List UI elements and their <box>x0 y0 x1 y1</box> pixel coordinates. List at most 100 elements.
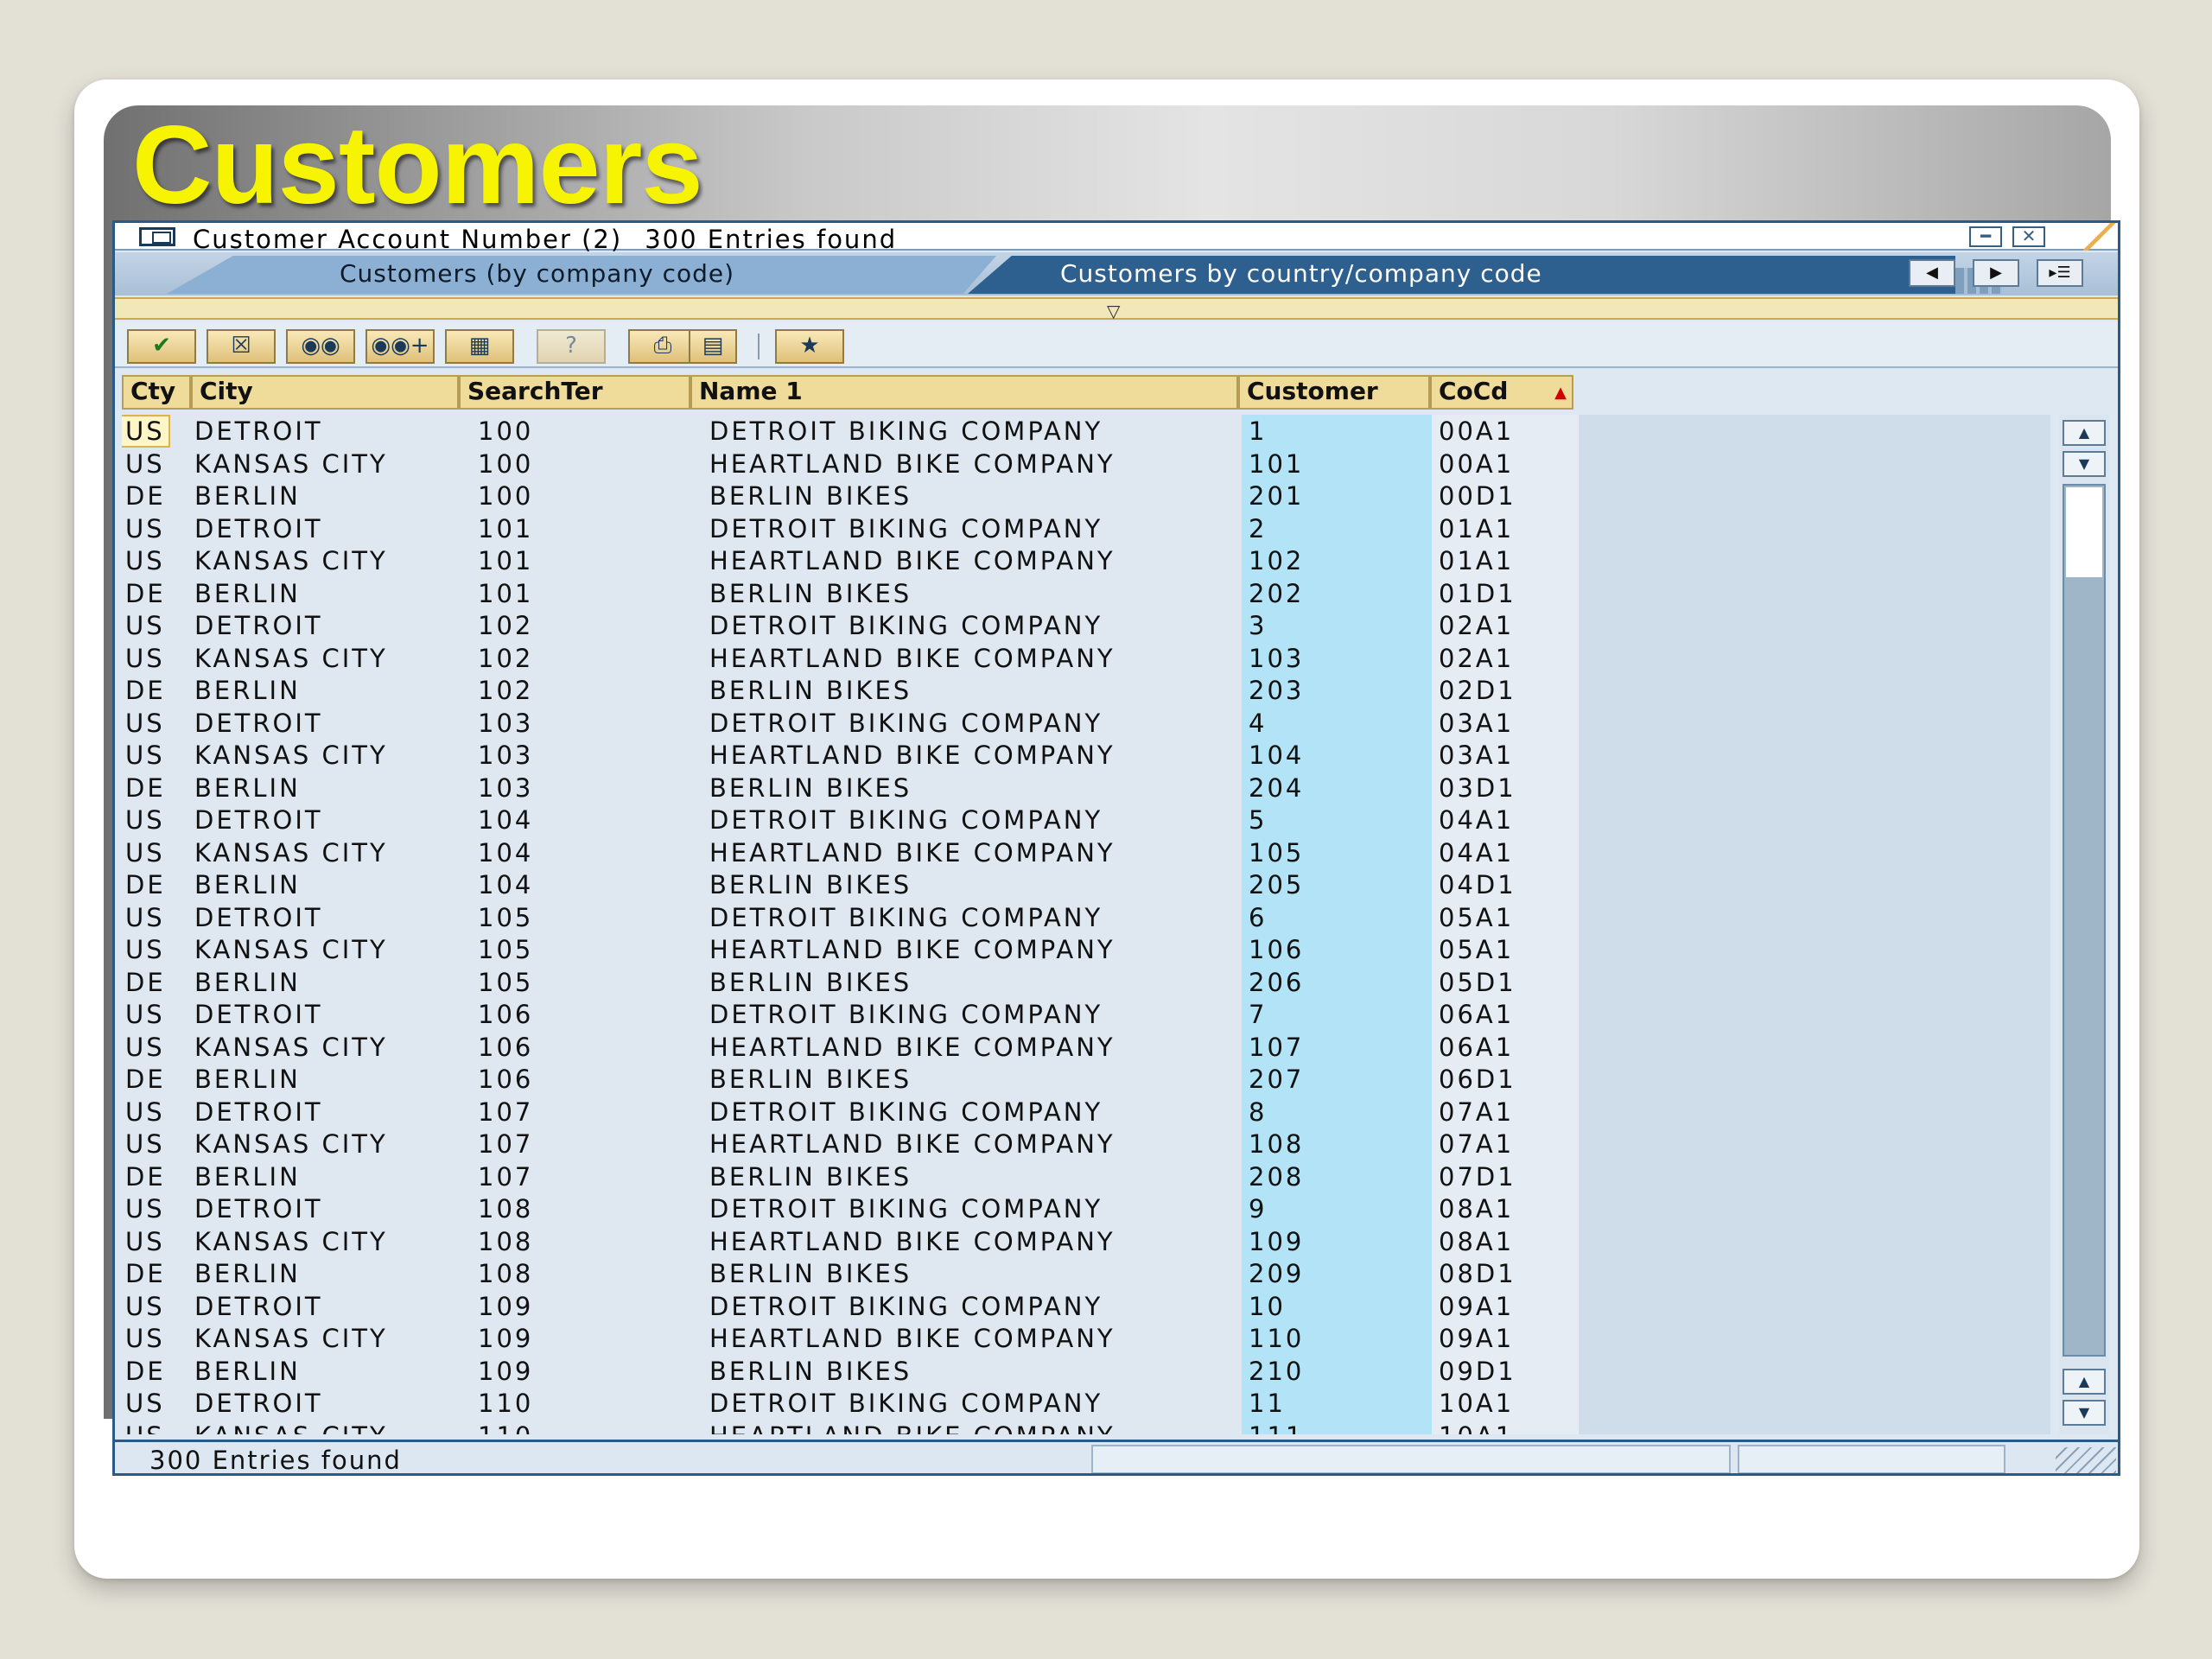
cell-cocd: 04A1 <box>1439 805 1515 835</box>
table-row[interactable]: US DETROIT 105 DETROIT BIKING COMPANY 6 05A1 <box>122 901 1579 934</box>
table-row[interactable]: US DETROIT 100 DETROIT BIKING COMPANY 1 00A1 <box>122 415 1579 448</box>
table-row[interactable]: US KANSAS CITY 110 HEARTLAND BIKE COMPANY 11… <box>122 1420 1579 1435</box>
cell-city: BERLIN <box>194 481 301 511</box>
cell-cty: US <box>125 448 165 479</box>
close-x-icon[interactable]: ☒ <box>207 329 276 364</box>
table-row[interactable]: US KANSAS CITY 108 HEARTLAND BIKE COMPANY 10… <box>122 1225 1579 1258</box>
table-row[interactable]: US KANSAS CITY 101 HEARTLAND BIKE COMPANY 10… <box>122 544 1579 577</box>
table-row[interactable]: DE BERLIN 109 BERLIN BIKES 210 09D1 <box>122 1355 1579 1388</box>
scroll-up-icon[interactable]: ▼ <box>2063 451 2106 477</box>
find-next-icon[interactable]: ◉◉+ <box>365 329 435 364</box>
cell-cocd: 02D1 <box>1439 676 1516 705</box>
table-row[interactable]: DE BERLIN 108 BERLIN BIKES 209 08D1 <box>122 1257 1579 1290</box>
table-row[interactable]: US DETROIT 106 DETROIT BIKING COMPANY 7 06A1 <box>122 998 1579 1031</box>
cell-city: BERLIN <box>194 967 301 997</box>
cell-searchterm: 110 <box>478 1389 534 1418</box>
cell-city: DETROIT <box>194 1096 323 1127</box>
col-header-searchterm[interactable]: SearchTer <box>459 375 690 410</box>
cell-cocd: 03A1 <box>1439 741 1515 770</box>
table-row[interactable]: US DETROIT 109 DETROIT BIKING COMPANY 10 09A1 <box>122 1290 1579 1323</box>
restrictions-bar[interactable]: ▽ <box>115 297 2118 321</box>
cell-cocd: 07A1 <box>1439 1096 1515 1127</box>
cell-name1: BERLIN BIKES <box>709 1161 912 1192</box>
cell-searchterm: 109 <box>478 1356 534 1386</box>
cell-searchterm: 109 <box>478 1291 534 1321</box>
table-row[interactable]: US DETROIT 104 DETROIT BIKING COMPANY 5 04A1 <box>122 804 1579 836</box>
cell-cty: DE <box>125 1356 166 1386</box>
cell-name1: DETROIT BIKING COMPANY <box>709 611 1103 640</box>
scroll-page-up-icon[interactable]: ▲ <box>2063 420 2106 446</box>
window-entries-found: 300 Entries found <box>645 225 898 254</box>
print-icon[interactable]: ⎙ <box>628 329 697 364</box>
cell-city: KANSAS CITY <box>194 1032 388 1062</box>
table-row[interactable]: DE BERLIN 106 BERLIN BIKES 207 06D1 <box>122 1063 1579 1096</box>
tab-scroll-right-icon[interactable]: ▶ <box>1973 259 2019 287</box>
cell-cty: US <box>125 643 165 673</box>
table-row[interactable]: DE BERLIN 107 BERLIN BIKES 208 07D1 <box>122 1160 1579 1193</box>
cell-city: KANSAS CITY <box>194 448 388 479</box>
cell-name1: DETROIT BIKING COMPANY <box>709 902 1103 932</box>
col-header-cocd[interactable]: CoCd ▲ <box>1430 375 1573 410</box>
table-row[interactable]: US DETROIT 107 DETROIT BIKING COMPANY 8 07A1 <box>122 1096 1579 1128</box>
export-icon[interactable]: ▤ <box>689 329 737 364</box>
scroll-page-down-icon[interactable]: ▼ <box>2063 1400 2106 1426</box>
cell-customer: 10 <box>1249 1291 1286 1321</box>
filter-icon[interactable]: ▦ <box>445 329 514 364</box>
table-row[interactable]: US KANSAS CITY 104 HEARTLAND BIKE COMPANY 10… <box>122 836 1579 869</box>
table-row[interactable]: DE BERLIN 102 BERLIN BIKES 203 02D1 <box>122 674 1579 707</box>
vertical-scrollbar[interactable]: ▲ ▼ ▲ ▼ <box>2059 415 2109 1434</box>
cell-cocd: 07D1 <box>1439 1161 1516 1192</box>
tab-customers-by-country-company-code[interactable]: Customers by country/company code <box>968 256 1955 294</box>
results-table: US DETROIT 100 DETROIT BIKING COMPANY 1 00A1 U… <box>122 415 2050 1434</box>
cell-customer: 108 <box>1249 1129 1305 1159</box>
col-header-cty[interactable]: Cty <box>122 375 191 410</box>
table-row[interactable]: US KANSAS CITY 109 HEARTLAND BIKE COMPANY 11… <box>122 1322 1579 1355</box>
table-row[interactable]: US DETROIT 110 DETROIT BIKING COMPANY 11 10A1 <box>122 1387 1579 1420</box>
cell-searchterm: 104 <box>478 870 534 899</box>
table-row[interactable]: US KANSAS CITY 100 HEARTLAND BIKE COMPANY 10… <box>122 448 1579 480</box>
find-icon[interactable]: ◉◉ <box>286 329 355 364</box>
tab-customers-by-company-code[interactable]: Customers (by company code) <box>167 256 996 294</box>
table-row[interactable]: US KANSAS CITY 107 HEARTLAND BIKE COMPANY 10… <box>122 1128 1579 1160</box>
table-row[interactable]: DE BERLIN 105 BERLIN BIKES 206 05D1 <box>122 966 1579 999</box>
col-header-name1[interactable]: Name 1 <box>690 375 1238 410</box>
table-row[interactable]: US DETROIT 102 DETROIT BIKING COMPANY 3 02A1 <box>122 609 1579 642</box>
col-header-city[interactable]: City <box>191 375 459 410</box>
col-header-customer[interactable]: Customer <box>1238 375 1430 410</box>
scroll-track[interactable] <box>2063 484 2106 1357</box>
table-row[interactable]: US DETROIT 103 DETROIT BIKING COMPANY 4 03A1 <box>122 707 1579 740</box>
table-row[interactable]: DE BERLIN 101 BERLIN BIKES 202 01D1 <box>122 577 1579 610</box>
cell-cocd: 00A1 <box>1439 416 1515 446</box>
table-row[interactable]: US DETROIT 108 DETROIT BIKING COMPANY 9 08A1 <box>122 1192 1579 1225</box>
table-row[interactable]: US KANSAS CITY 102 HEARTLAND BIKE COMPANY 10… <box>122 642 1579 675</box>
scroll-thumb[interactable] <box>2066 487 2102 577</box>
table-row[interactable]: DE BERLIN 103 BERLIN BIKES 204 03D1 <box>122 772 1579 804</box>
table-row[interactable]: DE BERLIN 100 BERLIN BIKES 201 00D1 <box>122 480 1579 512</box>
table-row[interactable]: US KANSAS CITY 103 HEARTLAND BIKE COMPANY 10… <box>122 739 1579 772</box>
resize-grip[interactable] <box>2056 1447 2116 1473</box>
table-row[interactable]: US KANSAS CITY 106 HEARTLAND BIKE COMPANY 10… <box>122 1031 1579 1064</box>
cell-customer: 6 <box>1249 902 1268 932</box>
personal-list-icon[interactable]: ★ <box>775 329 844 364</box>
cell-customer: 103 <box>1249 643 1305 673</box>
close-icon[interactable]: ✕ <box>2012 226 2045 247</box>
cell-city: DETROIT <box>194 1194 323 1224</box>
table-row[interactable]: US KANSAS CITY 105 HEARTLAND BIKE COMPANY 10… <box>122 933 1579 966</box>
table-row[interactable]: DE BERLIN 104 BERLIN BIKES 205 04D1 <box>122 868 1579 901</box>
table-row[interactable]: US DETROIT 101 DETROIT BIKING COMPANY 2 01A1 <box>122 512 1579 545</box>
tab-label: Customers (by company code) <box>340 259 735 288</box>
cell-city: DETROIT <box>194 611 323 640</box>
cell-cty: US <box>125 708 165 738</box>
tab-scroll-left-icon[interactable]: ◀ <box>1909 259 1955 287</box>
minimize-icon[interactable]: ━ <box>1969 226 2002 247</box>
scroll-down-icon[interactable]: ▲ <box>2063 1369 2106 1395</box>
cell-name1: HEARTLAND BIKE COMPANY <box>709 1226 1116 1256</box>
help-icon[interactable]: ? <box>537 329 606 364</box>
checkmark-icon[interactable]: ✔ <box>127 329 196 364</box>
cell-cty: DE <box>125 676 166 705</box>
window-corner <box>2075 223 2118 251</box>
tab-list-icon[interactable]: ▸☰ <box>2037 259 2083 287</box>
expand-restrictions-icon[interactable]: ▽ <box>1107 301 1120 321</box>
window-icon <box>139 227 175 246</box>
cell-cocd: 05A1 <box>1439 935 1515 964</box>
